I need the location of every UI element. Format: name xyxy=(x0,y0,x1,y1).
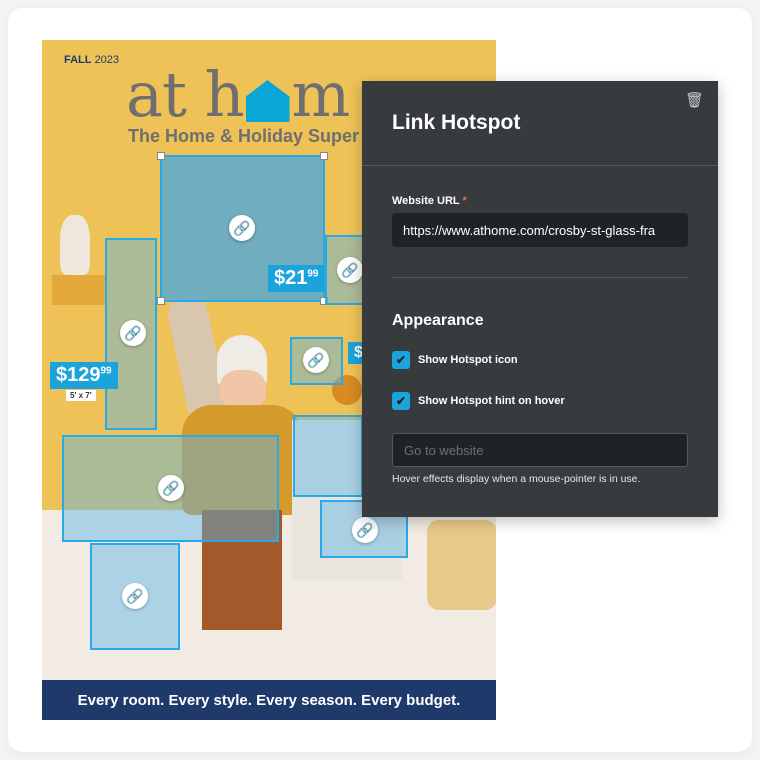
hover-note: Hover effects display when a mouse-point… xyxy=(392,473,641,485)
resize-handle[interactable] xyxy=(157,297,165,305)
link-icon[interactable]: 🔗 xyxy=(158,475,184,501)
cover-banner: Every room. Every style. Every season. E… xyxy=(42,680,496,720)
panel-title: Link Hotspot xyxy=(392,111,521,134)
brand-logo: at hm xyxy=(126,58,350,131)
size-label: 5' x 7' xyxy=(66,390,96,401)
resize-handle[interactable] xyxy=(157,152,165,160)
cushions xyxy=(427,520,496,610)
tagline: The Home & Holiday Super xyxy=(128,126,360,146)
show-hint-checkbox[interactable]: ✔ Show Hotspot hint on hover xyxy=(392,392,565,410)
price-tag: $12999 xyxy=(50,362,118,389)
link-icon[interactable]: 🔗 xyxy=(352,517,378,543)
website-url-input[interactable]: https://www.athome.com/crosby-st-glass-f… xyxy=(392,213,688,247)
resize-handle[interactable] xyxy=(320,152,328,160)
person-face xyxy=(220,370,266,410)
issue-label: FALL 2023 xyxy=(64,54,120,66)
appearance-heading: Appearance xyxy=(392,312,484,329)
divider xyxy=(362,165,718,166)
house-icon xyxy=(245,80,290,122)
link-icon[interactable]: 🔗 xyxy=(120,320,146,346)
hint-text-input[interactable]: Go to website xyxy=(392,433,688,467)
vase xyxy=(60,215,90,275)
divider xyxy=(392,277,688,278)
link-hotspot-panel: Link Hotspot 🗑 Website URL * https://www… xyxy=(362,81,718,517)
trash-icon[interactable]: 🗑 xyxy=(685,91,704,109)
link-icon[interactable]: 🔗 xyxy=(303,347,329,373)
url-label: Website URL * xyxy=(392,195,467,207)
link-icon[interactable]: 🔗 xyxy=(229,215,255,241)
price-tag: $2199 xyxy=(268,265,325,292)
pedestal xyxy=(52,275,107,305)
checkmark-icon[interactable]: ✔ xyxy=(392,351,410,369)
link-icon[interactable]: 🔗 xyxy=(337,257,363,283)
show-icon-checkbox[interactable]: ✔ Show Hotspot icon xyxy=(392,351,518,369)
link-icon[interactable]: 🔗 xyxy=(122,583,148,609)
checkmark-icon[interactable]: ✔ xyxy=(392,392,410,410)
hotspot[interactable] xyxy=(293,415,363,497)
